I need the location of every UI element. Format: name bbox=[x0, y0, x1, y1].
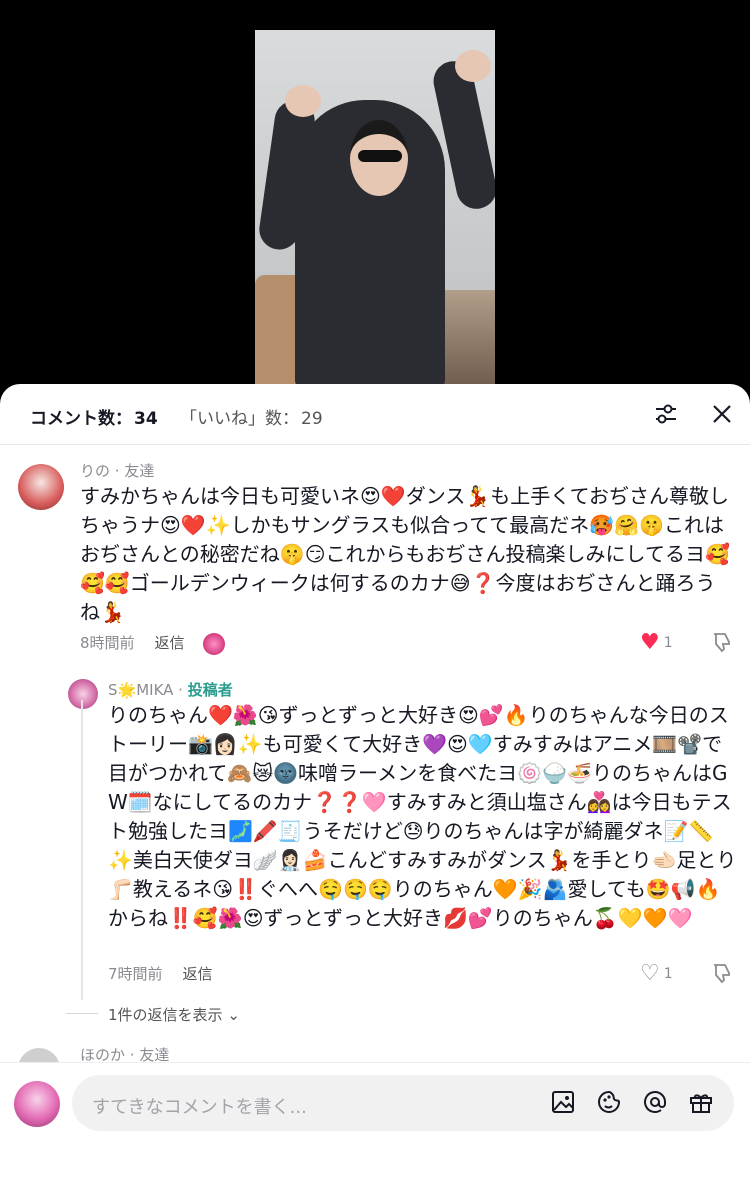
thread-line bbox=[81, 700, 83, 1000]
author-badge: 投稿者 bbox=[187, 681, 233, 699]
divider bbox=[66, 1013, 98, 1014]
avatar[interactable] bbox=[68, 679, 98, 709]
comment-input[interactable]: すてきなコメントを書く... bbox=[72, 1075, 734, 1131]
tab-comments[interactable]: コメント数： 34 bbox=[30, 404, 158, 429]
heart-filled-icon: ♥ bbox=[640, 630, 660, 655]
avatar[interactable] bbox=[18, 464, 64, 510]
video-fist-right bbox=[455, 50, 491, 82]
author-name: S🌟MIKA bbox=[108, 681, 174, 699]
comment-input-placeholder: すてきなコメントを書く... bbox=[92, 1097, 307, 1118]
author-relation: 友達 bbox=[124, 462, 155, 480]
show-replies-label: 1件の返信を表示 bbox=[108, 1006, 223, 1024]
video-player[interactable] bbox=[0, 0, 750, 390]
creator-liked-avatar bbox=[202, 632, 225, 655]
author-name: りの bbox=[80, 462, 111, 480]
sticker-icon[interactable] bbox=[594, 1087, 624, 1117]
sliders-icon[interactable] bbox=[650, 398, 682, 430]
heart-outline-icon: ♡ bbox=[640, 961, 660, 986]
at-icon[interactable] bbox=[640, 1087, 670, 1117]
comment-author[interactable]: りの · 友達 bbox=[80, 460, 154, 481]
comment-composer: すてきなコメントを書く... bbox=[0, 1062, 750, 1201]
chevron-down-icon: ⌄ bbox=[227, 1006, 240, 1024]
like-button[interactable]: ♡ 1 bbox=[640, 961, 673, 986]
comment-text: りのちゃん❤️🌺😘ずっとずっと大好き😍💕🔥りのちゃんな今日のストーリー📸👩🏻✨も… bbox=[108, 703, 737, 930]
comment-time: 7時間前 bbox=[108, 965, 163, 983]
video-fist-left bbox=[285, 85, 321, 117]
tab-likes-label: 「いいね」数： bbox=[180, 409, 299, 429]
comment-meta: 8時間前 返信 bbox=[80, 632, 225, 655]
comments-header: コメント数： 34 「いいね」数： 29 bbox=[0, 384, 750, 445]
tab-comments-label: コメント数： bbox=[30, 409, 132, 429]
comment-text: すみかちゃんは今日も可愛いネ😍❤️ダンス💃も上手くておぢさん尊敬しちゃうナ😍❤️… bbox=[80, 484, 730, 624]
video-sunglasses bbox=[358, 150, 402, 162]
close-icon[interactable] bbox=[706, 398, 738, 430]
reply-item: S🌟MIKA · 投稿者 りのちゃん❤️🌺😘ずっとずっと大好き😍💕🔥りのちゃんな… bbox=[0, 669, 750, 1009]
comment-item: りの · 友達 すみかちゃんは今日も可愛いネ😍❤️ダンス💃も上手くておぢさん尊敬… bbox=[0, 444, 750, 655]
tab-comments-count: 34 bbox=[134, 409, 158, 429]
video-frame[interactable] bbox=[255, 30, 495, 390]
show-replies-button[interactable]: 1件の返信を表示 ⌄ bbox=[108, 1004, 240, 1025]
like-count: 1 bbox=[663, 965, 673, 982]
dislike-icon[interactable] bbox=[710, 961, 734, 990]
tab-likes-count: 29 bbox=[301, 409, 323, 429]
comment-meta: 7時間前 返信 bbox=[108, 963, 213, 984]
reply-button[interactable]: 返信 bbox=[155, 634, 185, 652]
tab-likes[interactable]: 「いいね」数： 29 bbox=[180, 404, 323, 429]
like-count: 1 bbox=[663, 634, 673, 651]
image-icon[interactable] bbox=[548, 1087, 578, 1117]
gift-icon[interactable] bbox=[686, 1087, 716, 1117]
like-button[interactable]: ♥ 1 bbox=[640, 630, 673, 655]
comment-time: 8時間前 bbox=[80, 634, 135, 652]
comment-author[interactable]: S🌟MIKA · 投稿者 bbox=[108, 679, 233, 700]
reply-button[interactable]: 返信 bbox=[183, 965, 213, 983]
avatar bbox=[14, 1081, 60, 1127]
dislike-icon[interactable] bbox=[710, 630, 734, 659]
